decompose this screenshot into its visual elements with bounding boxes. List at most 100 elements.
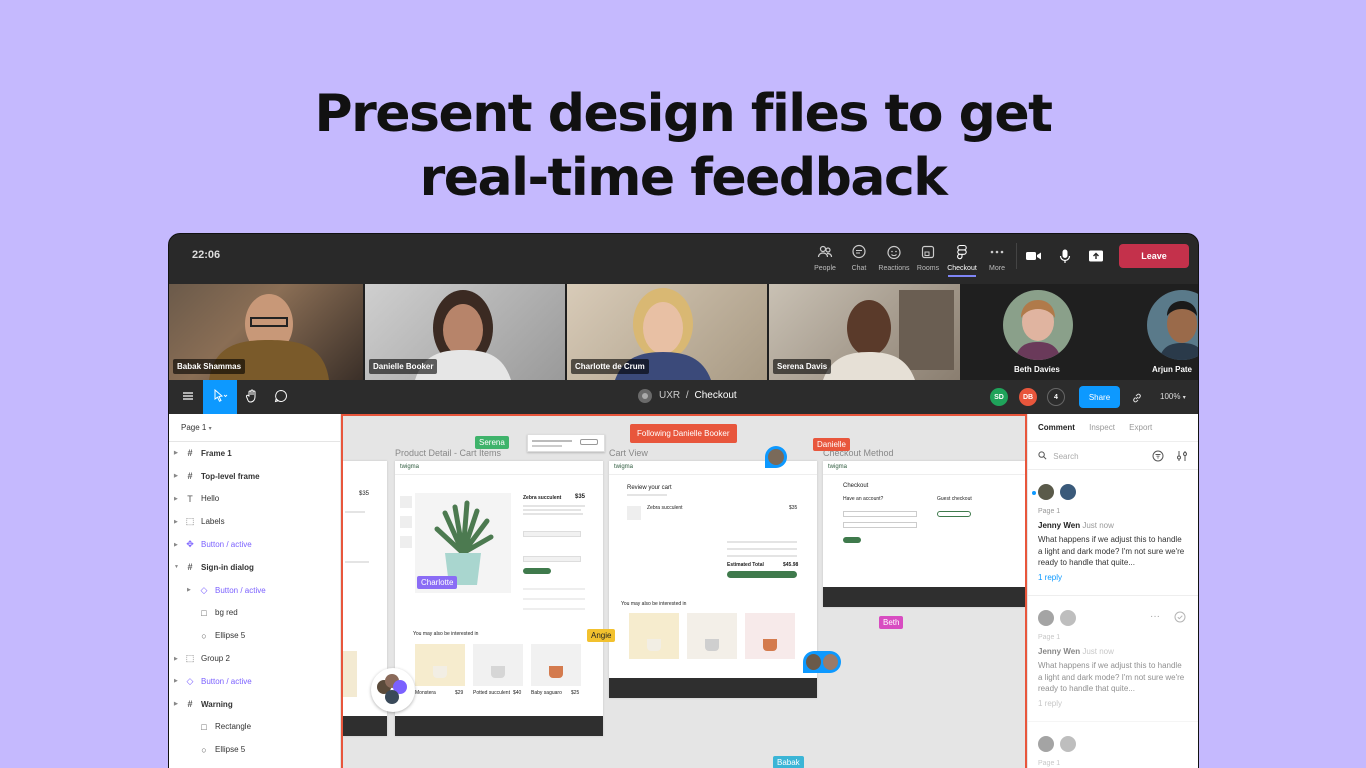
zoom-level: 100% <box>1160 392 1181 401</box>
reply-count[interactable]: 1 reply <box>1038 573 1190 582</box>
caret-icon[interactable]: ▶ <box>174 542 178 548</box>
rectangle-icon: □ <box>201 721 207 732</box>
product-card[interactable] <box>473 644 523 686</box>
inline-comment-preview[interactable] <box>527 434 605 452</box>
group-icon: ⬚ <box>185 516 195 527</box>
layer-row[interactable]: ▼ # Sign-in dialog <box>169 556 340 579</box>
collaborator-avatar[interactable]: SD <box>990 388 1008 406</box>
mock-brand: twigma <box>614 464 634 470</box>
collaborator-avatar[interactable]: DB <box>1019 388 1037 406</box>
layer-row[interactable]: ▶ # Top-level frame <box>169 465 340 488</box>
ellipse-icon: ○ <box>201 630 207 641</box>
also-interested-text: You may also be interested in <box>621 601 687 607</box>
resolve-check-icon[interactable] <box>1174 610 1186 628</box>
comments-panel: Comment Inspect Export Search Page 1 Jen… <box>1027 414 1198 768</box>
headline-line-1: Present design files to get <box>314 84 1053 144</box>
settings-sliders-icon[interactable] <box>1176 450 1188 464</box>
caret-icon[interactable]: ▶ <box>174 450 178 456</box>
zoom-control[interactable]: 100% ▾ <box>1160 392 1186 401</box>
mock-brand: twigma <box>828 464 848 470</box>
cursor-label-charlotte: Charlotte <box>417 576 458 589</box>
layer-row[interactable]: ○ Ellipse 5 <box>169 624 340 647</box>
product-card[interactable] <box>531 644 581 686</box>
cursor-label-angie: Angie <box>587 629 616 642</box>
caret-icon[interactable]: ▶ <box>174 496 178 502</box>
tab-export[interactable]: Export <box>1129 423 1152 432</box>
layer-label: Labels <box>201 517 225 527</box>
thread-avatars <box>1038 736 1190 756</box>
layer-row[interactable]: ▶ # Warning <box>169 693 340 716</box>
frame-label[interactable]: Product Detail - Cart Items <box>395 448 501 458</box>
reply-count[interactable]: 1 reply <box>1038 699 1190 708</box>
comment-tool-button[interactable] <box>267 380 295 414</box>
caret-icon[interactable]: ▼ <box>174 564 179 570</box>
video-tile-charlotte: Charlotte de Crum <box>567 284 767 380</box>
move-tool-button[interactable] <box>203 380 237 414</box>
caret-icon[interactable]: ▶ <box>174 473 178 479</box>
link-icon[interactable] <box>1131 391 1143 409</box>
leave-button[interactable]: Leave <box>1119 244 1189 268</box>
hand-tool-button[interactable] <box>237 380 267 414</box>
page-selector[interactable]: Page 1 ▾ <box>169 414 340 442</box>
camera-icon[interactable] <box>1025 248 1047 268</box>
comment-pin[interactable] <box>803 651 841 673</box>
layer-row[interactable]: ○ Ellipse 5 <box>169 738 340 761</box>
product-card[interactable] <box>629 613 679 659</box>
avatar-name: Beth Davies <box>1014 365 1060 374</box>
estimated-total-label: Estimated Total <box>727 562 764 568</box>
product-card[interactable] <box>687 613 737 659</box>
cursor-icon <box>212 388 228 405</box>
layer-row[interactable]: □ Rectangle <box>169 716 340 739</box>
comment-pin[interactable] <box>765 446 787 468</box>
layer-row[interactable]: ▶ ◇ Button / active <box>169 579 340 602</box>
sign-in-button[interactable] <box>843 537 861 543</box>
comment-thread[interactable]: Page 1 Jenny Wen Just now What happens i… <box>1028 470 1198 596</box>
add-to-cart-button[interactable] <box>523 568 551 574</box>
frame-label[interactable]: Cart View <box>609 448 648 458</box>
mock-nav: twigma <box>609 461 817 475</box>
following-banner[interactable]: Following Danielle Booker <box>630 424 737 443</box>
layer-row[interactable]: □ bg red <box>169 602 340 625</box>
caret-icon[interactable]: ▶ <box>174 519 178 525</box>
tab-comment[interactable]: Comment <box>1038 423 1075 432</box>
checkout-button[interactable] <box>727 571 797 578</box>
frame-product-detail[interactable]: twigma Zebra succulent $35 You may also … <box>395 461 603 736</box>
product-card[interactable] <box>415 644 465 686</box>
comment-author: Jenny Wen Just now <box>1038 647 1190 656</box>
collaborator-count[interactable]: 4 <box>1047 388 1065 406</box>
caret-icon[interactable]: ▶ <box>174 656 178 662</box>
file-breadcrumb[interactable]: UXR / Checkout <box>659 390 737 401</box>
layer-row[interactable]: ▶ ⬚ Group 2 <box>169 647 340 670</box>
product-card-name: Monstera <box>415 690 436 696</box>
share-button[interactable]: Share <box>1079 386 1120 408</box>
more-button[interactable]: More <box>975 244 1019 272</box>
layer-row[interactable]: ▶ T Hello <box>169 488 340 511</box>
filter-icon[interactable] <box>1152 450 1164 464</box>
comment-thread[interactable]: ··· Page 1 Jenny Wen Just now What happe… <box>1028 596 1198 722</box>
caret-icon[interactable]: ▶ <box>174 678 178 684</box>
comment-page: Page 1 <box>1038 760 1061 767</box>
frame-checkout-method[interactable]: twigma Checkout Have an account? Guest c… <box>823 461 1025 607</box>
frame-cart-view[interactable]: twigma Review your cart Zebra succulent … <box>609 461 817 698</box>
microphone-icon[interactable] <box>1057 248 1079 268</box>
design-canvas[interactable]: Product Detail - Cart Items Cart View Ch… <box>341 414 1027 768</box>
more-options-icon[interactable]: ··· <box>1150 611 1160 622</box>
layer-row[interactable]: ▶ ⬚ Labels <box>169 510 340 533</box>
comment-pin-cluster[interactable] <box>371 668 415 712</box>
layer-row[interactable]: ▶ # Frame 1 <box>169 442 340 465</box>
share-screen-icon[interactable] <box>1087 248 1109 268</box>
page-name: Page 1 <box>181 423 207 432</box>
layer-row[interactable]: ▶ ✥ Button / active <box>169 533 340 556</box>
comment-thread[interactable]: Page 1 <box>1028 722 1198 768</box>
main-menu-button[interactable] <box>173 380 203 414</box>
avatar-tile-arjun: Arjun Pate <box>1119 284 1198 380</box>
layer-row[interactable]: ▶ ◇ Button / active <box>169 670 340 693</box>
tab-inspect[interactable]: Inspect <box>1089 423 1115 432</box>
caret-icon[interactable]: ▶ <box>174 701 178 707</box>
headline-line-2: real-time feedback <box>419 148 948 208</box>
comment-author: Jenny Wen Just now <box>1038 521 1190 530</box>
thumbnail <box>400 536 412 548</box>
product-card[interactable] <box>745 613 795 659</box>
comment-search[interactable]: Search <box>1028 442 1198 470</box>
caret-icon[interactable]: ▶ <box>187 587 191 593</box>
